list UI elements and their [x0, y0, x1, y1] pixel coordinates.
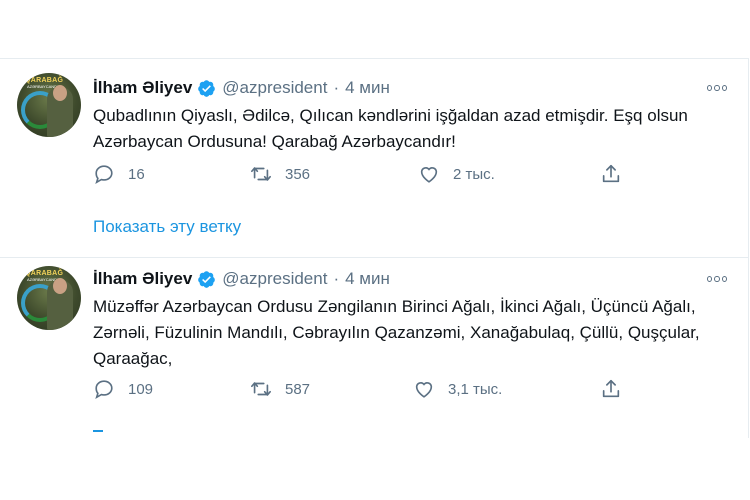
- avatar-caption: QARABAĞ: [25, 270, 64, 277]
- share-icon: [602, 379, 620, 398]
- avatar[interactable]: QARABAĞ AZƏRBAYCANDIR: [17, 73, 81, 137]
- more-options-icon[interactable]: [706, 77, 728, 99]
- like-count: 3,1 тыс.: [448, 380, 503, 398]
- author-handle[interactable]: @azpresident: [222, 78, 327, 98]
- show-thread-link-partial[interactable]: [93, 430, 103, 432]
- tweet-header: İlham Əliyev @azpresident · 4 мин: [93, 268, 390, 290]
- reply-icon: [95, 380, 113, 399]
- timestamp[interactable]: 4 мин: [345, 78, 390, 98]
- separator: ·: [333, 269, 340, 288]
- tweet-text: Qubadlının Qiyaslı, Ədilcə, Qılıcan kənd…: [93, 106, 688, 151]
- reply-icon: [95, 165, 113, 184]
- author-name[interactable]: İlham Əliyev: [93, 78, 192, 98]
- like-icon: [415, 382, 433, 398]
- share-button[interactable]: [600, 163, 635, 185]
- like-button[interactable]: 3,1 тыс.: [413, 378, 502, 400]
- separator: ·: [333, 78, 340, 97]
- author-handle[interactable]: @azpresident: [222, 269, 327, 289]
- timeline: QARABAĞ AZƏRBAYCANDIR İlham Əliyev @azpr…: [0, 58, 749, 438]
- reply-button[interactable]: 109: [93, 378, 153, 400]
- author-name[interactable]: İlham Əliyev: [93, 269, 192, 289]
- like-icon: [420, 167, 438, 183]
- tweet-text: Müzəffər Azərbaycan Ordusu Zəngilanın Bi…: [93, 297, 700, 368]
- retweet-icon: [251, 167, 271, 181]
- tweet[interactable]: QARABAĞ AZƏRBAYCANDIR İlham Əliyev @azpr…: [0, 256, 748, 438]
- reply-button[interactable]: 16: [93, 163, 145, 185]
- share-button[interactable]: [600, 378, 635, 400]
- reply-count: 109: [128, 380, 154, 398]
- verified-badge-icon: [197, 270, 216, 289]
- like-count: 2 тыс.: [453, 165, 495, 183]
- avatar[interactable]: QARABAĞ AZƏRBAYCANDIR: [17, 266, 81, 330]
- like-button[interactable]: 2 тыс.: [418, 163, 495, 185]
- reply-count: 16: [128, 165, 145, 183]
- retweet-count: 356: [285, 165, 311, 183]
- show-thread-link[interactable]: Показать эту ветку: [93, 217, 241, 237]
- retweet-count: 587: [285, 380, 311, 398]
- share-icon: [602, 164, 620, 183]
- timestamp[interactable]: 4 мин: [345, 269, 390, 289]
- more-options-icon[interactable]: [706, 268, 728, 290]
- retweet-icon: [251, 382, 271, 396]
- tweet[interactable]: QARABAĞ AZƏRBAYCANDIR İlham Əliyev @azpr…: [0, 58, 748, 258]
- tweet-header: İlham Əliyev @azpresident · 4 мин: [93, 77, 390, 99]
- avatar-caption: QARABAĞ: [25, 77, 64, 84]
- retweet-button[interactable]: 587: [250, 378, 310, 400]
- retweet-button[interactable]: 356: [250, 163, 310, 185]
- verified-badge-icon: [197, 79, 216, 98]
